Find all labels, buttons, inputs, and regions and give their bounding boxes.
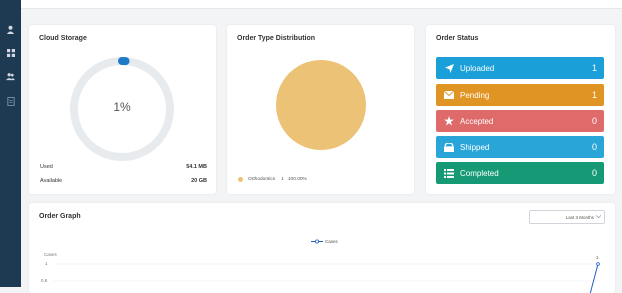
grid-icon[interactable] [5,48,16,58]
status-pending-button[interactable]: Pending 1 [436,84,604,106]
order-type-title: Order Type Distribution [237,35,316,42]
series-line-cases [589,263,599,293]
star-icon [444,116,454,126]
data-label: 1 [596,255,599,260]
legend-count: 1 [281,177,284,182]
send-icon [444,63,454,73]
order-graph-card: Order Graph Last 3 Months Cases Cases 1 … [29,203,615,293]
status-label: Pending [460,90,490,100]
used-value: 54.1 MB [186,164,207,170]
order-type-pie-chart[interactable] [274,58,368,152]
status-count: 0 [591,116,597,126]
status-label: Accepted [460,116,494,126]
cloud-storage-card: Cloud Storage 1% Used 54.1 MB Available … [29,25,216,194]
top-bar [0,0,622,9]
status-count: 0 [591,142,597,152]
order-status-card: Order Status Uploaded 1 Pending 1 Accept… [426,25,615,194]
available-value: 20 GB [191,178,207,184]
used-label: Used [40,164,53,170]
list-icon [444,168,454,178]
document-icon[interactable] [5,96,16,106]
status-label: Completed [460,168,499,178]
order-status-title: Order Status [436,35,479,42]
legend-dot [238,177,243,182]
status-completed-button[interactable]: Completed 0 [436,162,604,184]
storage-percent-label: 1% [113,100,131,114]
status-shipped-button[interactable]: Shipped 0 [436,136,604,158]
status-label: Uploaded [460,63,495,73]
box-icon [444,142,454,152]
status-accepted-button[interactable]: Accepted 0 [436,110,604,132]
status-count: 1 [591,90,597,100]
legend-percent: 100.00% [287,177,307,182]
pie-slice-orthodontics [276,60,366,150]
status-count: 0 [591,168,597,178]
order-line-chart [53,262,601,293]
pie-legend: Orthodontics 1 100.00% [238,177,307,182]
user-icon[interactable] [5,24,16,34]
status-count: 1 [591,63,597,73]
data-point [596,262,600,266]
order-type-card: Order Type Distribution Orthodontics 1 1… [227,25,414,194]
mail-icon [444,90,454,100]
status-label: Shipped [460,142,490,152]
available-label: Available [40,178,63,184]
status-uploaded-button[interactable]: Uploaded 1 [436,57,604,79]
users-icon[interactable] [5,71,16,81]
legend-name: Orthodontics [248,177,276,182]
cloud-storage-title: Cloud Storage [39,35,87,42]
sidebar [0,0,21,287]
